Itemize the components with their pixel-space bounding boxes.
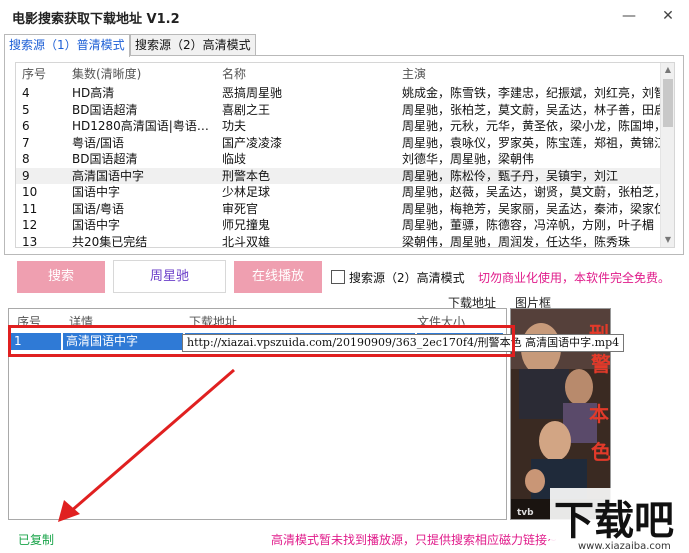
dl-column-url[interactable]: 下载地址 — [189, 313, 237, 330]
scroll-up-icon[interactable]: ▲ — [661, 63, 674, 77]
table-row[interactable]: 8 BD国语超清 临歧 刘德华，周星驰，梁朝伟 — [16, 151, 662, 168]
movie-list-header: 序号 集数(清晰度) 名称 主演 — [16, 63, 662, 85]
cell-actors: 刘德华，周星驰，梁朝伟 — [402, 152, 535, 166]
cell-actors: 梁朝伟，周星驰，周润发，任达华，陈秀珠 — [402, 234, 631, 248]
cell-name: 恶搞周星驰 — [222, 86, 283, 100]
cell-episodes: 粤语/国语 — [72, 135, 125, 150]
cell-no: 6 — [22, 119, 30, 133]
column-header-episodes[interactable]: 集数(清晰度) — [72, 63, 220, 85]
movie-list-body: 4 HD高清 恶搞周星驰 姚成金，陈雪铁，李建忠，纪振斌，刘红亮，刘智远 5 BD国语超清… — [16, 85, 662, 248]
cell-episodes: BD国语超清 — [72, 102, 138, 117]
cell-no: 13 — [22, 234, 38, 248]
cell-no: 12 — [22, 218, 38, 232]
hd-mode-label[interactable]: 搜索源（2）高清模式 — [349, 269, 465, 286]
close-button[interactable]: ✕ — [654, 4, 682, 28]
cell-no: 7 — [22, 135, 30, 150]
cell-name: 北斗双雄 — [222, 234, 271, 248]
cell-name: 刑警本色 — [222, 168, 271, 183]
cell-episodes: 国语中字 — [72, 218, 121, 232]
title-bar: 电影搜索获取下载地址 V1.2 — ✕ — [0, 0, 689, 32]
watermark-text: 下载吧 — [554, 498, 674, 544]
search-button[interactable]: 搜索 — [17, 261, 105, 293]
cell-episodes: HD1280高清国语|粤语… — [72, 119, 209, 133]
copied-status: 已复制 — [18, 533, 55, 547]
table-row[interactable]: 10 国语中字 少林足球 周星驰，赵薇，吴孟达，谢贤，莫文蔚，张柏芝，黄… — [16, 184, 662, 201]
cell-actors: 周星驰，陈松伶，甄子丹，吴镇宇，刘江 — [402, 168, 619, 183]
dl-column-size[interactable]: 文件大小 — [417, 313, 465, 330]
poster-title-char-2: 警 — [591, 352, 611, 376]
cell-name: 功夫 — [222, 119, 247, 133]
table-row[interactable]: 4 HD高清 恶搞周星驰 姚成金，陈雪铁，李建忠，纪振斌，刘红亮，刘智远 — [16, 85, 662, 102]
cell-episodes: 共20集已完结 — [72, 234, 148, 248]
cell-name: 喜剧之王 — [222, 102, 271, 117]
tab-panel: 序号 集数(清晰度) 名称 主演 4 HD高清 恶搞周星驰 姚成金，陈雪铁，李建忠，纪… — [4, 55, 684, 255]
scrollbar-thumb[interactable] — [663, 79, 673, 127]
cell-no: 9 — [22, 168, 30, 183]
play-online-button[interactable]: 在线播放 — [234, 261, 322, 293]
cell-episodes: HD高清 — [72, 86, 115, 100]
download-list-header: 序号 详情 下载地址 文件大小 — [9, 309, 506, 330]
table-row[interactable]: 5 BD国语超清 喜剧之王 周星驰，张柏芝，莫文蔚，吴孟达，林子善，田启文… — [16, 102, 662, 119]
poster-tvb-logo: tvb — [517, 508, 534, 518]
cell-actors: 周星驰，袁咏仪，罗家英，陈宝莲，郑祖，黄锦江，… — [402, 135, 660, 150]
table-row[interactable]: 7 粤语/国语 国产凌凌漆 周星驰，袁咏仪，罗家英，陈宝莲，郑祖，黄锦江，… — [16, 135, 662, 152]
status-message: 高清模式暂未找到播放源，只提供搜索相应磁力链接~ — [271, 533, 558, 547]
cell-no: 5 — [22, 102, 30, 117]
search-input[interactable]: 周星驰 — [113, 260, 226, 293]
cell-episodes: 高清国语中字 — [72, 168, 145, 183]
watermark-logo: 下载吧 www.xiazaiba.com — [550, 488, 689, 553]
scroll-down-icon[interactable]: ▼ — [661, 233, 674, 247]
table-row[interactable]: 12 国语中字 师兄撞鬼 周星驰，董骠，陈德容，冯淬帆，方刚，叶子楣 — [16, 217, 662, 234]
window-title: 电影搜索获取下载地址 V1.2 — [12, 12, 180, 27]
table-row[interactable]: 9 高清国语中字 刑警本色 周星驰，陈松伶，甄子丹，吴镇宇，刘江 — [16, 167, 662, 184]
cell-name: 师兄撞鬼 — [222, 218, 271, 232]
cell-name: 国产凌凌漆 — [222, 135, 283, 150]
tab-source-2[interactable]: 搜索源（2）高清模式 — [130, 34, 256, 56]
watermark-url: www.xiazaiba.com — [578, 541, 671, 552]
hd-mode-checkbox[interactable] — [331, 270, 345, 284]
cell-episodes: 国语/粤语 — [72, 201, 125, 216]
cell-no: 10 — [22, 185, 38, 199]
cell-actors: 周星驰，元秋，元华，黄圣依，梁小龙，陈国坤，田… — [402, 119, 660, 133]
cell-name: 临歧 — [222, 152, 247, 166]
table-row[interactable]: 6 HD1280高清国语|粤语… 功夫 周星驰，元秋，元华，黄圣依，梁小龙，陈国坤，田… — [16, 118, 662, 135]
cell-episodes: 国语中字 — [72, 185, 121, 199]
minimize-button[interactable]: — — [615, 4, 643, 28]
cell-episodes: BD国语超清 — [72, 152, 138, 166]
poster-title-char-3: 本 — [589, 402, 609, 426]
dl-column-no[interactable]: 序号 — [17, 313, 41, 330]
cell-actors: 姚成金，陈雪铁，李建忠，纪振斌，刘红亮，刘智远 — [402, 86, 660, 100]
vertical-scrollbar[interactable]: ▲ ▼ — [660, 63, 674, 247]
table-row[interactable]: 11 国语/粤语 审死官 周星驰，梅艳芳，吴家丽，吴孟达，秦沛，梁家仁，… — [16, 201, 662, 218]
cell-no: 8 — [22, 152, 30, 166]
cell-name: 少林足球 — [222, 185, 271, 199]
url-tooltip: http://xiazai.vpszuida.com/20190909/363_… — [182, 334, 625, 352]
cell-name: 审死官 — [222, 201, 259, 216]
table-row[interactable]: 13 共20集已完结 北斗双雄 梁朝伟，周星驰，周润发，任达华，陈秀珠 — [16, 234, 662, 248]
download-row-detail: 高清国语中字 — [63, 333, 183, 350]
cell-actors: 周星驰，赵薇，吴孟达，谢贤，莫文蔚，张柏芝，黄… — [402, 185, 660, 199]
cell-no: 4 — [22, 86, 30, 100]
download-row-no: 1 — [11, 333, 61, 350]
column-header-actors[interactable]: 主演 — [402, 63, 660, 85]
column-header-name[interactable]: 名称 — [222, 63, 398, 85]
cell-no: 11 — [22, 201, 38, 216]
cell-actors: 周星驰，张柏芝，莫文蔚，吴孟达，林子善，田启文… — [402, 102, 660, 117]
column-header-no[interactable]: 序号 — [22, 63, 66, 85]
notice-text: 切勿商业化使用，本软件完全免费。 — [478, 271, 671, 285]
cell-actors: 周星驰，董骠，陈德容，冯淬帆，方刚，叶子楣 — [402, 218, 655, 232]
movie-list[interactable]: 序号 集数(清晰度) 名称 主演 4 HD高清 恶搞周星驰 姚成金，陈雪铁，李建忠，纪… — [15, 62, 675, 248]
poster-title-char-4: 色 — [591, 440, 611, 464]
cell-actors: 周星驰，梅艳芳，吴家丽，吴孟达，秦沛，梁家仁，… — [402, 201, 660, 216]
dl-column-detail[interactable]: 详情 — [69, 313, 93, 330]
tab-source-1[interactable]: 搜索源（1）普清模式 — [4, 34, 130, 57]
